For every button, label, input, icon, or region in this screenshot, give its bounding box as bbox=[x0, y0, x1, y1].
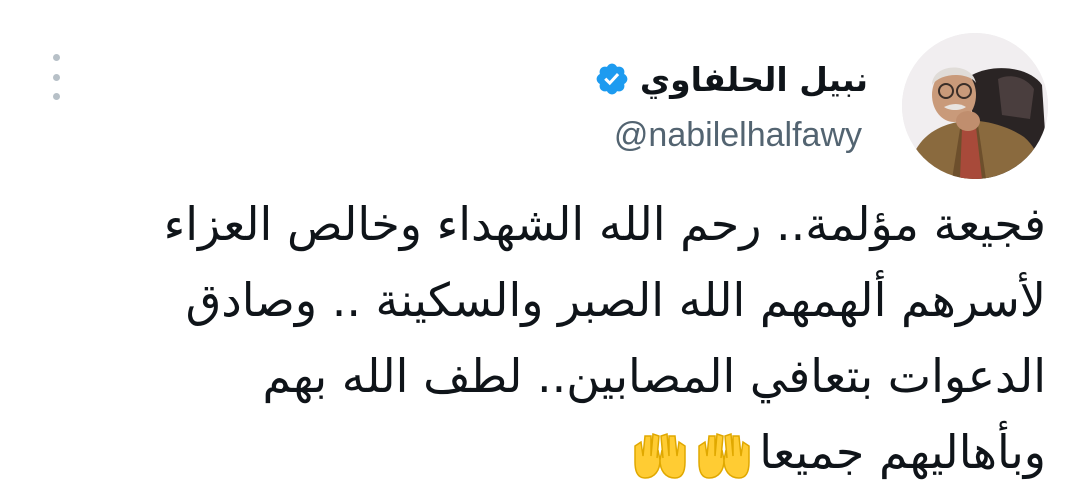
avatar-image bbox=[902, 33, 1048, 179]
more-dot bbox=[52, 93, 60, 100]
user-handle[interactable]: @nabilelhalfawy bbox=[614, 116, 862, 155]
tweet-text-line: الدعوات بتعافي المصابين.. لطف الله بهم bbox=[262, 349, 1046, 403]
more-dot bbox=[52, 73, 60, 81]
verified-badge-icon bbox=[596, 63, 628, 95]
avatar[interactable] bbox=[902, 33, 1048, 179]
tweet-card: نبيل الحلفاوي @nabilelhalfawy فجيعة مؤلم… bbox=[0, 0, 1080, 504]
raising-hands-icon bbox=[631, 430, 689, 482]
tweet-text-line: وبأهاليهم جميعا bbox=[759, 425, 1046, 479]
more-vertical-icon bbox=[52, 54, 60, 61]
display-name[interactable]: نبيل الحلفاوي bbox=[640, 60, 868, 99]
raising-hands-icon bbox=[695, 430, 753, 482]
tweet-text-line: فجيعة مؤلمة.. رحم الله الشهداء وخالص الع… bbox=[163, 197, 1046, 251]
tweet-text-last-line: وبأهاليهم جميعا bbox=[46, 414, 1046, 490]
tweet-text-line: لأسرهم ألهمهم الله الصبر والسكينة .. وصا… bbox=[185, 273, 1046, 327]
tweet-text: فجيعة مؤلمة.. رحم الله الشهداء وخالص الع… bbox=[46, 186, 1046, 490]
author-name-row[interactable]: نبيل الحلفاوي bbox=[594, 54, 868, 104]
more-options-button[interactable] bbox=[44, 54, 68, 100]
